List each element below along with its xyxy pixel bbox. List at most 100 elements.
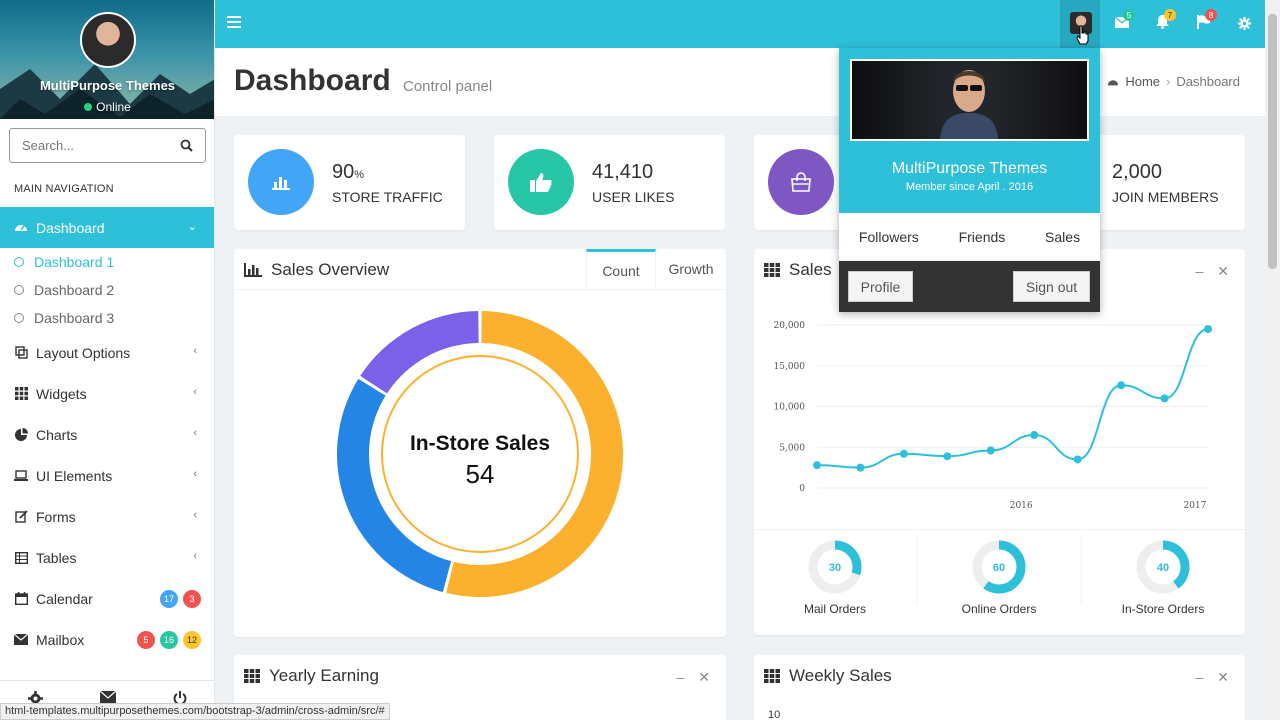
top-navbar: 5 7 8 (215, 0, 1265, 48)
status-text: Online (96, 100, 131, 114)
data-point[interactable] (1204, 325, 1212, 334)
grid-icon (244, 669, 260, 683)
weekly-axis-label: 10 (768, 709, 781, 720)
chevron-left-icon: ‹ (193, 550, 197, 562)
online-dot-icon (84, 103, 93, 111)
box-title: Yearly Earning (244, 666, 379, 686)
box-title-text: Sales (789, 260, 832, 279)
circle-icon (14, 257, 24, 267)
sidebar: MultiPurpose Themes Online MAIN NAVIGATI… (0, 0, 215, 720)
data-point[interactable] (813, 461, 821, 470)
stat-icon-circle (248, 149, 314, 215)
y-tick-label: 0 (799, 484, 805, 494)
close-icon[interactable]: ✕ (698, 669, 710, 686)
donut-center-label: In-Store Sales (410, 432, 550, 455)
close-icon[interactable]: ✕ (1217, 669, 1229, 686)
sidebar-sub-dashboard-2[interactable]: Dashboard 2 (0, 276, 214, 304)
data-point[interactable] (1073, 455, 1082, 464)
stat-value: 41,410 (592, 161, 654, 183)
sidebar-item-label: UI Elements (36, 467, 113, 484)
sidebar-item-tables[interactable]: Tables ‹ (0, 537, 214, 578)
profile-button[interactable]: Profile (848, 271, 913, 302)
data-point[interactable] (899, 449, 908, 458)
grid-icon (764, 669, 780, 683)
data-point[interactable] (1160, 394, 1169, 403)
user-avatar[interactable] (80, 12, 136, 68)
sidebar-item-ui-elements[interactable]: UI Elements ‹ (0, 455, 214, 496)
sidebar-item-charts[interactable]: Charts ‹ (0, 414, 214, 455)
box-tools: – ✕ (1195, 263, 1229, 280)
sidebar-sub-dashboard-3[interactable]: Dashboard 3 (0, 304, 214, 332)
badge-red: 5 (137, 631, 155, 649)
sidebar-item-label: Mailbox (36, 631, 85, 648)
sidebar-item-label: Tables (36, 549, 77, 566)
stat-number: 90 (332, 161, 355, 183)
data-point[interactable] (1030, 431, 1039, 440)
sidebar-item-mailbox[interactable]: Mailbox 5 16 12 (0, 619, 214, 660)
sidebar-search (9, 128, 206, 163)
gear-icon[interactable] (1238, 17, 1251, 30)
search-input[interactable] (22, 130, 172, 161)
chevron-left-icon: ‹ (193, 468, 197, 480)
minimize-icon[interactable]: – (1195, 263, 1203, 280)
flag-notification[interactable]: 8 (1197, 9, 1217, 34)
pie-chart-icon (14, 428, 28, 442)
sidebar-item-dashboard[interactable]: Dashboard ⌄ (0, 207, 214, 248)
page-scrollbar[interactable] (1265, 0, 1280, 720)
calendar-badges: 17 3 (160, 590, 201, 608)
bar-chart-icon (272, 177, 290, 190)
sales-link[interactable]: Sales (1045, 229, 1080, 245)
sub-label: Dashboard 2 (34, 282, 115, 298)
sidebar-item-label: Layout Options (36, 344, 131, 361)
box-tools: – ✕ (1195, 669, 1229, 686)
donut-slice (337, 378, 452, 593)
stat-label: JOIN MEMBERS (1112, 189, 1219, 205)
data-point[interactable] (986, 446, 995, 455)
calendar-icon (14, 592, 28, 606)
envelope-icon[interactable] (99, 691, 116, 703)
scrollbar-thumb[interactable] (1268, 14, 1277, 269)
mail-notification[interactable]: 5 (1114, 9, 1135, 33)
sidebar-sub-dashboard-1[interactable]: Dashboard 1 (0, 248, 214, 276)
hamburger-menu-icon[interactable] (227, 16, 241, 28)
envelope-icon (14, 633, 28, 647)
stat-card-sales (754, 135, 844, 230)
sidebar-item-calendar[interactable]: Calendar 17 3 (0, 578, 214, 619)
sales-donut-chart: In-Store Sales 54 (234, 289, 726, 597)
box-title: Sales Overview (244, 260, 389, 280)
user-menu-button[interactable] (1060, 0, 1100, 48)
chevron-left-icon: ‹ (193, 509, 197, 521)
nav-header: MAIN NAVIGATION (14, 183, 114, 195)
flag-badge: 8 (1205, 9, 1217, 21)
data-point[interactable] (1117, 381, 1126, 390)
followers-link[interactable]: Followers (859, 229, 919, 245)
content-header: Dashboard Control panel Home › Dashboard (215, 48, 1265, 116)
page-title: Dashboard (234, 64, 391, 97)
y-tick-label: 20,000 (774, 321, 806, 331)
edit-icon (14, 510, 28, 524)
browser-status-bar: html-templates.multipurposethemes.com/bo… (0, 703, 390, 720)
chevron-left-icon: ‹ (193, 386, 197, 398)
stat-label: STORE TRAFFIC (332, 189, 443, 205)
data-point[interactable] (856, 463, 865, 472)
search-icon[interactable] (180, 139, 193, 152)
friends-link[interactable]: Friends (959, 229, 1006, 245)
box-tools: – ✕ (676, 669, 710, 686)
minimize-icon[interactable]: – (676, 669, 684, 686)
close-icon[interactable]: ✕ (1217, 263, 1229, 280)
user-status: Online (0, 100, 214, 114)
breadcrumb-home[interactable]: Home (1125, 74, 1160, 89)
y-tick-label: 15,000 (774, 362, 806, 372)
tab-growth[interactable]: Growth (656, 249, 726, 289)
sidebar-item-forms[interactable]: Forms ‹ (0, 496, 214, 537)
data-point[interactable] (943, 452, 952, 461)
bell-notification[interactable]: 7 (1156, 9, 1176, 34)
stat-card-store-traffic: 90% STORE TRAFFIC (234, 135, 465, 230)
sidebar-item-widgets[interactable]: Widgets ‹ (0, 373, 214, 414)
sign-out-button[interactable]: Sign out (1013, 271, 1090, 302)
minimize-icon[interactable]: – (1195, 669, 1203, 686)
sidebar-item-layout-options[interactable]: Layout Options ‹ (0, 332, 214, 373)
tab-count[interactable]: Count (586, 249, 656, 289)
badge-yellow: 12 (183, 631, 201, 649)
widgets-icon (14, 387, 28, 401)
